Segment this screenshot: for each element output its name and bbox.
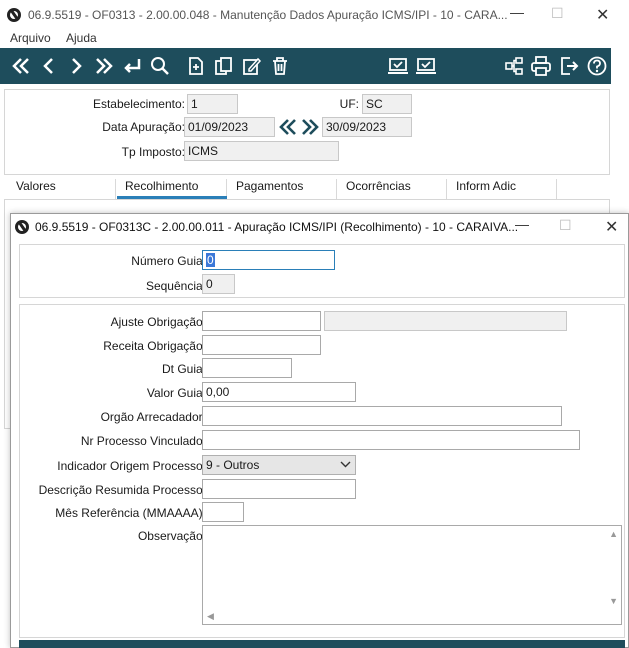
scroll-up-icon[interactable]: ▲ bbox=[609, 529, 618, 539]
tab-ocorrencias[interactable]: Ocorrências bbox=[338, 179, 447, 199]
header-panel: Estabelecimento: 1 UF: SC Data Apuração:… bbox=[4, 89, 610, 175]
recolhimento-window: 06.9.5519 - OF0313C - 2.00.00.011 - Apur… bbox=[10, 213, 629, 648]
orgao-field[interactable] bbox=[202, 406, 562, 426]
print-icon[interactable] bbox=[529, 54, 553, 78]
tab-inform-adic[interactable]: Inform Adic bbox=[448, 179, 557, 199]
scroll-down-icon[interactable]: ▼ bbox=[609, 596, 618, 606]
indicador-value: 9 - Outros bbox=[206, 458, 260, 472]
main-title-bar: 06.9.5519 - OF0313 - 2.00.00.048 - Manut… bbox=[0, 0, 629, 30]
tab-pagamentos[interactable]: Pagamentos bbox=[228, 179, 337, 199]
edit-record-icon[interactable] bbox=[240, 54, 264, 78]
data-fim-field[interactable]: 30/09/2023 bbox=[322, 117, 412, 137]
close-icon[interactable]: ✕ bbox=[596, 5, 609, 25]
numero-guia-field[interactable]: 0 bbox=[202, 250, 335, 270]
tp-imposto-label: Tp Imposto: bbox=[121, 145, 185, 159]
delete-record-icon[interactable] bbox=[268, 54, 292, 78]
tab-pagamentos-label: Pagamentos bbox=[236, 179, 304, 193]
data-inicio-field[interactable]: 01/09/2023 bbox=[184, 117, 275, 137]
help-icon[interactable] bbox=[585, 54, 609, 78]
chevron-down-icon bbox=[340, 459, 351, 473]
first-record-icon[interactable] bbox=[9, 54, 33, 78]
app-logo-icon bbox=[7, 8, 21, 22]
data-apuracao-label: Data Apuração: bbox=[102, 120, 185, 134]
menu-arquivo[interactable]: Arquivo bbox=[10, 31, 51, 45]
tab-ocorrencias-label: Ocorrências bbox=[346, 179, 411, 193]
main-window-title: 06.9.5519 - OF0313 - 2.00.00.048 - Manut… bbox=[28, 8, 508, 22]
tab-recolhimento-label: Recolhimento bbox=[125, 179, 199, 193]
indicador-label: Indicador Origem Processo: bbox=[57, 459, 206, 473]
ajuste-field[interactable] bbox=[202, 311, 321, 331]
last-record-icon[interactable] bbox=[92, 54, 116, 78]
observacao-label: Observação: bbox=[137, 529, 206, 543]
mes-referencia-label: Mês Referência (MMAAAA): bbox=[55, 506, 206, 520]
goto-record-icon[interactable] bbox=[120, 54, 144, 78]
toolbar bbox=[0, 48, 611, 84]
ajuste-label: Ajuste Obrigação: bbox=[110, 315, 206, 329]
scroll-left-icon[interactable]: ◀ bbox=[207, 611, 214, 622]
observacao-textarea[interactable]: ▲ ▼ ◀ bbox=[202, 525, 622, 625]
receita-field[interactable] bbox=[202, 335, 321, 355]
copy-record-icon[interactable] bbox=[212, 54, 236, 78]
numero-guia-value: 0 bbox=[206, 253, 215, 267]
orgao-label: Orgão Arrecadador: bbox=[100, 410, 206, 424]
child-minimize-icon[interactable]: — bbox=[515, 216, 529, 232]
numero-guia-label: Número Guia: bbox=[131, 254, 206, 268]
dt-guia-field[interactable] bbox=[202, 358, 292, 378]
minimize-icon[interactable]: — bbox=[510, 4, 524, 20]
descricao-label: Descrição Resumida Processo: bbox=[38, 483, 206, 497]
search-icon[interactable] bbox=[148, 54, 172, 78]
child-maximize-icon[interactable]: ☐ bbox=[559, 217, 572, 234]
indicador-select[interactable]: 9 - Outros bbox=[202, 455, 356, 475]
sequencia-field[interactable]: 0 bbox=[202, 274, 235, 294]
previous-record-icon[interactable] bbox=[37, 54, 61, 78]
estabelecimento-field[interactable]: 1 bbox=[187, 94, 238, 114]
valor-guia-label: Valor Guia: bbox=[146, 386, 206, 400]
child-title-bar: 06.9.5519 - OF0313C - 2.00.00.011 - Apur… bbox=[11, 214, 628, 240]
date-range-icon[interactable] bbox=[278, 117, 322, 137]
new-record-icon[interactable] bbox=[184, 54, 208, 78]
tab-valores[interactable]: Valores bbox=[8, 179, 116, 199]
child-app-logo-icon bbox=[15, 220, 29, 234]
ajuste-desc-field bbox=[324, 311, 567, 331]
valor-guia-field[interactable]: 0,00 bbox=[202, 382, 356, 402]
receita-label: Receita Obrigação: bbox=[103, 339, 206, 353]
monitor-check-icon[interactable] bbox=[386, 54, 410, 78]
tab-inform-adic-label: Inform Adic bbox=[456, 179, 517, 193]
uf-label: UF: bbox=[339, 97, 359, 111]
dt-guia-label: Dt Guia: bbox=[161, 362, 206, 376]
guia-section: Número Guia: 0 Sequência: 0 bbox=[19, 244, 625, 298]
menu-bar: Arquivo Ajuda bbox=[0, 30, 629, 48]
tp-imposto-field[interactable]: ICMS bbox=[184, 141, 339, 161]
mes-referencia-field[interactable] bbox=[202, 502, 244, 522]
exit-icon[interactable] bbox=[557, 54, 581, 78]
maximize-icon[interactable]: ☐ bbox=[551, 5, 564, 22]
uf-field[interactable]: SC bbox=[362, 94, 412, 114]
child-bottom-bar bbox=[19, 640, 625, 648]
tab-valores-label: Valores bbox=[16, 179, 56, 193]
structure-icon[interactable] bbox=[502, 54, 526, 78]
menu-ajuda[interactable]: Ajuda bbox=[66, 31, 97, 45]
details-section: Ajuste Obrigação: Receita Obrigação: Dt … bbox=[19, 304, 625, 638]
child-window-title: 06.9.5519 - OF0313C - 2.00.00.011 - Apur… bbox=[35, 220, 519, 234]
next-record-icon[interactable] bbox=[64, 54, 88, 78]
descricao-field[interactable] bbox=[202, 479, 356, 499]
sequencia-label: Sequência: bbox=[145, 279, 206, 293]
child-close-icon[interactable]: ✕ bbox=[605, 217, 618, 237]
nr-processo-field[interactable] bbox=[202, 430, 580, 450]
estabelecimento-label: Estabelecimento: bbox=[92, 97, 185, 111]
monitor-confirm-icon[interactable] bbox=[414, 54, 438, 78]
nr-processo-label: Nr Processo Vinculado: bbox=[80, 434, 206, 448]
